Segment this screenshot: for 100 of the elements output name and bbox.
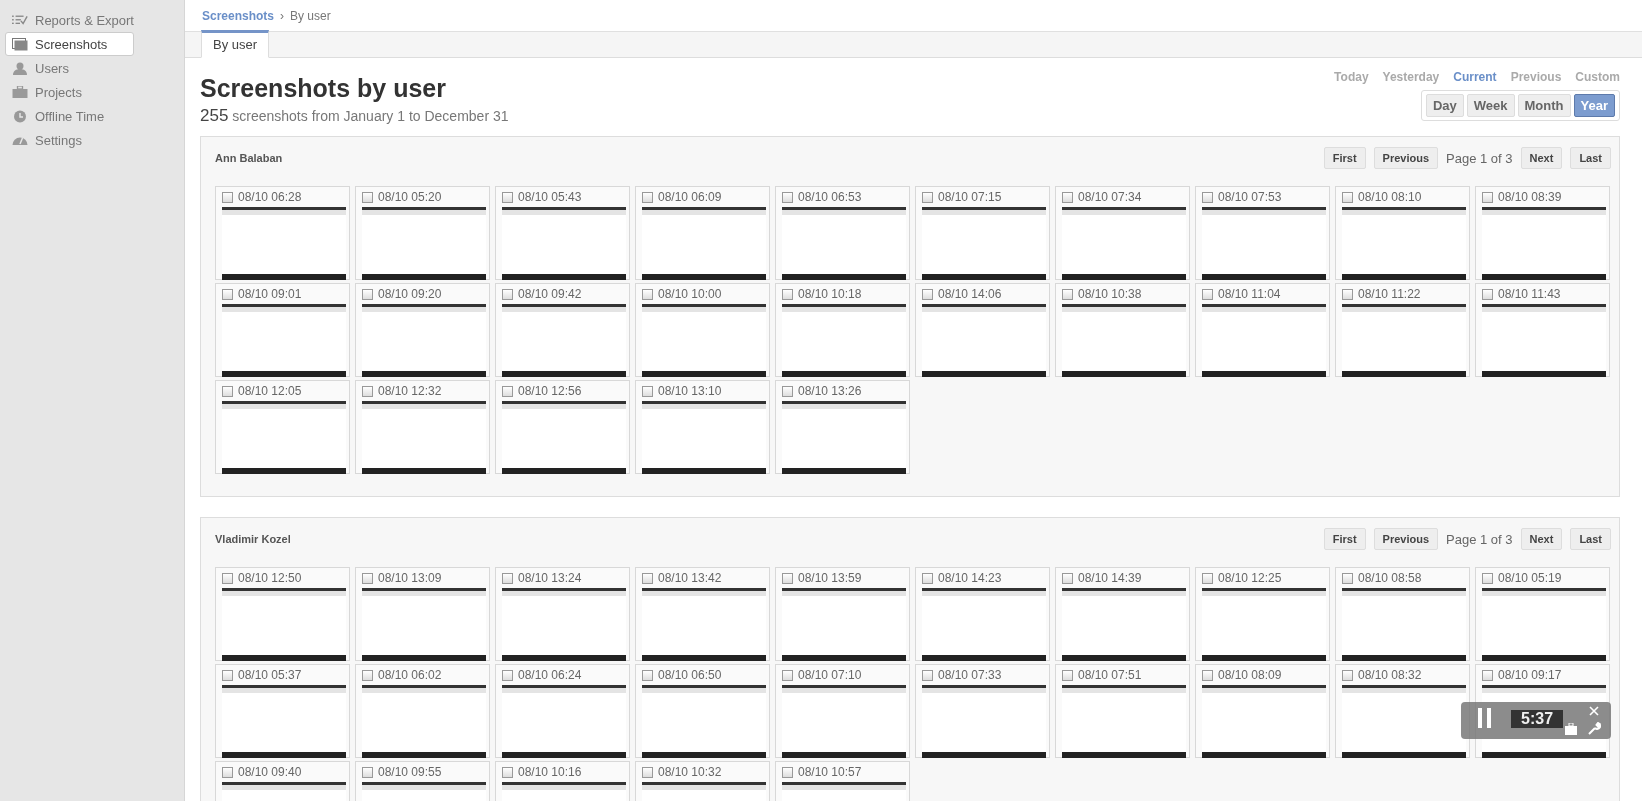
checkbox[interactable] — [1062, 669, 1073, 681]
screenshot-card[interactable]: 08/10 13:42 — [635, 567, 770, 661]
screenshot-card[interactable]: 08/10 10:32 — [635, 761, 770, 801]
screenshot-card[interactable]: 08/10 12:25 — [1195, 567, 1330, 661]
screenshot-thumbnail[interactable] — [1062, 207, 1186, 280]
checkbox[interactable] — [502, 385, 513, 397]
checkbox[interactable] — [1062, 572, 1073, 584]
checkbox[interactable] — [1202, 191, 1213, 203]
checkbox[interactable] — [922, 572, 933, 584]
checkbox[interactable] — [362, 288, 373, 300]
screenshot-card[interactable]: 08/10 11:04 — [1195, 283, 1330, 377]
checkbox[interactable] — [222, 191, 233, 203]
checkbox[interactable] — [642, 572, 653, 584]
screenshot-card[interactable]: 08/10 06:50 — [635, 664, 770, 758]
checkbox[interactable] — [1202, 288, 1213, 300]
screenshot-thumbnail[interactable] — [222, 685, 346, 758]
next-button[interactable]: Next — [1520, 147, 1563, 169]
screenshot-thumbnail[interactable] — [642, 588, 766, 661]
screenshot-card[interactable]: 08/10 13:59 — [775, 567, 910, 661]
screenshot-thumbnail[interactable] — [502, 304, 626, 377]
checkbox[interactable] — [922, 191, 933, 203]
screenshot-card[interactable]: 08/10 09:20 — [355, 283, 490, 377]
screenshot-thumbnail[interactable] — [362, 304, 486, 377]
period-button[interactable]: Month — [1517, 94, 1571, 117]
screenshot-thumbnail[interactable] — [222, 588, 346, 661]
screenshot-thumbnail[interactable] — [922, 304, 1046, 377]
screenshot-card[interactable]: 08/10 05:37 — [215, 664, 350, 758]
checkbox[interactable] — [1342, 669, 1353, 681]
screenshot-thumbnail[interactable] — [922, 207, 1046, 280]
checkbox[interactable] — [782, 385, 793, 397]
checkbox[interactable] — [782, 288, 793, 300]
pause-icon[interactable] — [1478, 708, 1491, 728]
last-button[interactable]: Last — [1570, 528, 1611, 550]
screenshot-thumbnail[interactable] — [782, 588, 906, 661]
checkbox[interactable] — [1482, 191, 1493, 203]
screenshot-card[interactable]: 08/10 10:38 — [1055, 283, 1190, 377]
screenshot-thumbnail[interactable] — [1062, 685, 1186, 758]
screenshot-card[interactable]: 08/10 07:10 — [775, 664, 910, 758]
first-button[interactable]: First — [1323, 528, 1366, 550]
screenshot-thumbnail[interactable] — [1342, 588, 1466, 661]
screenshot-card[interactable]: 08/10 08:10 — [1335, 186, 1470, 280]
screenshot-thumbnail[interactable] — [782, 401, 906, 474]
screenshot-card[interactable]: 08/10 13:10 — [635, 380, 770, 474]
screenshot-card[interactable]: 08/10 12:05 — [215, 380, 350, 474]
checkbox[interactable] — [222, 288, 233, 300]
checkbox[interactable] — [502, 191, 513, 203]
checkbox[interactable] — [502, 766, 513, 778]
screenshot-card[interactable]: 08/10 09:40 — [215, 761, 350, 801]
screenshot-card[interactable]: 08/10 14:23 — [915, 567, 1050, 661]
checkbox[interactable] — [222, 572, 233, 584]
screenshot-card[interactable]: 08/10 09:55 — [355, 761, 490, 801]
screenshot-card[interactable]: 08/10 07:15 — [915, 186, 1050, 280]
screenshot-thumbnail[interactable] — [1482, 304, 1606, 377]
checkbox[interactable] — [1342, 191, 1353, 203]
screenshot-thumbnail[interactable] — [1202, 207, 1326, 280]
screenshot-card[interactable]: 08/10 11:43 — [1475, 283, 1610, 377]
period-button[interactable]: Week — [1466, 94, 1515, 117]
checkbox[interactable] — [1482, 572, 1493, 584]
screenshot-thumbnail[interactable] — [502, 685, 626, 758]
checkbox[interactable] — [782, 191, 793, 203]
sidebar-item[interactable]: Users — [5, 56, 134, 80]
screenshot-card[interactable]: 08/10 14:06 — [915, 283, 1050, 377]
checkbox[interactable] — [642, 669, 653, 681]
screenshot-thumbnail[interactable] — [1202, 685, 1326, 758]
screenshot-card[interactable]: 08/10 07:34 — [1055, 186, 1190, 280]
screenshot-card[interactable]: 08/10 11:22 — [1335, 283, 1470, 377]
screenshot-card[interactable]: 08/10 10:00 — [635, 283, 770, 377]
checkbox[interactable] — [1062, 288, 1073, 300]
checkbox[interactable] — [782, 669, 793, 681]
checkbox[interactable] — [1062, 191, 1073, 203]
screenshot-card[interactable]: 08/10 13:09 — [355, 567, 490, 661]
screenshot-card[interactable]: 08/10 05:43 — [495, 186, 630, 280]
checkbox[interactable] — [502, 669, 513, 681]
last-button[interactable]: Last — [1570, 147, 1611, 169]
close-icon[interactable] — [1589, 706, 1599, 716]
checkbox[interactable] — [222, 385, 233, 397]
screenshot-thumbnail[interactable] — [642, 685, 766, 758]
checkbox[interactable] — [1202, 572, 1213, 584]
sidebar-item[interactable]: Offline Time — [5, 104, 134, 128]
checkbox[interactable] — [222, 669, 233, 681]
screenshot-card[interactable]: 08/10 08:39 — [1475, 186, 1610, 280]
screenshot-card[interactable]: 08/10 05:20 — [355, 186, 490, 280]
screenshot-card[interactable]: 08/10 10:16 — [495, 761, 630, 801]
screenshot-thumbnail[interactable] — [642, 401, 766, 474]
checkbox[interactable] — [362, 191, 373, 203]
screenshot-card[interactable]: 08/10 07:53 — [1195, 186, 1330, 280]
wrench-icon[interactable] — [1588, 722, 1601, 735]
screenshot-thumbnail[interactable] — [502, 588, 626, 661]
screenshot-thumbnail[interactable] — [642, 207, 766, 280]
sidebar-item[interactable]: Reports & Export — [5, 8, 134, 32]
screenshot-thumbnail[interactable] — [502, 401, 626, 474]
previous-button[interactable]: Previous — [1373, 147, 1439, 169]
checkbox[interactable] — [1482, 669, 1493, 681]
screenshot-card[interactable]: 08/10 06:02 — [355, 664, 490, 758]
screenshot-thumbnail[interactable] — [782, 685, 906, 758]
breadcrumb-link[interactable]: Screenshots — [202, 8, 275, 23]
screenshot-card[interactable]: 08/10 08:32 — [1335, 664, 1470, 758]
screenshot-thumbnail[interactable] — [222, 401, 346, 474]
screenshot-thumbnail[interactable] — [502, 207, 626, 280]
checkbox[interactable] — [502, 572, 513, 584]
